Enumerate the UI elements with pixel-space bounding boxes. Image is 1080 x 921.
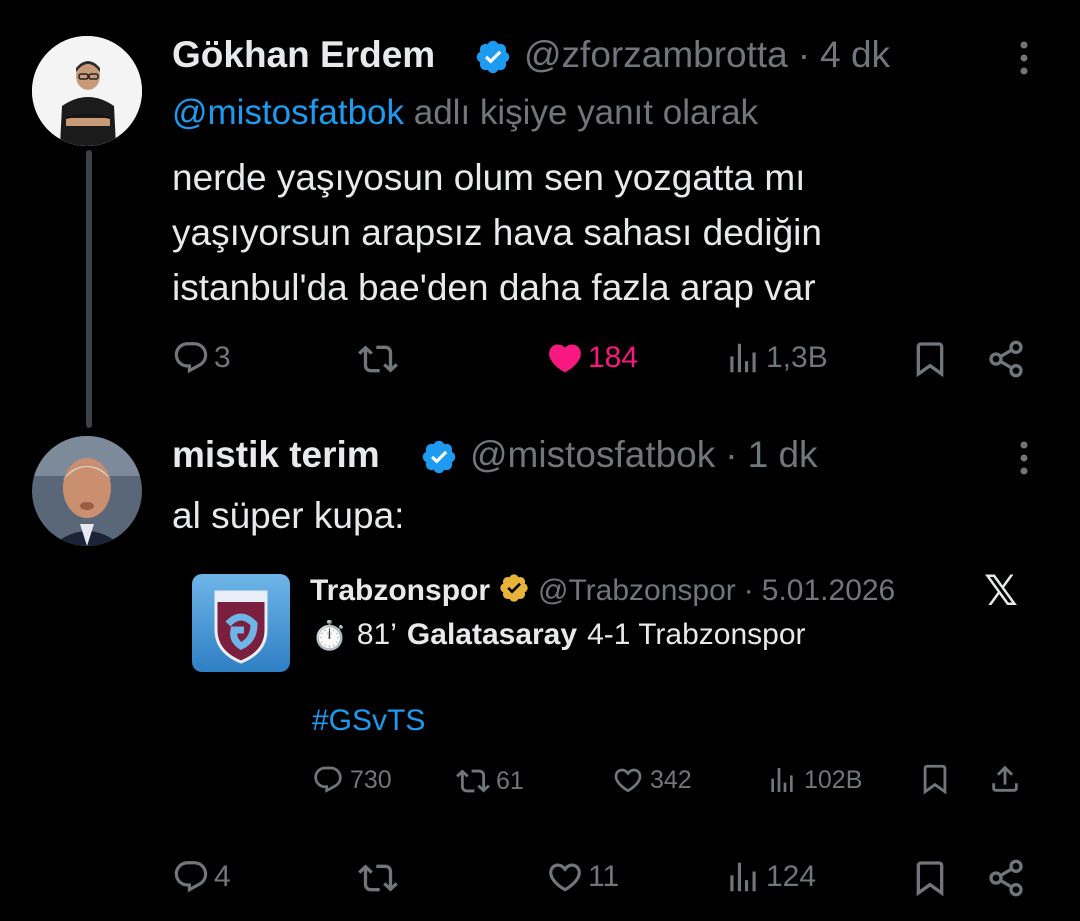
like-icon (614, 768, 642, 793)
tweet2-reply-count: 4 (214, 860, 231, 893)
stopwatch-icon: ⏱️ (312, 619, 347, 651)
tweet2-author-name[interactable]: mistik terim (172, 434, 380, 476)
tweet2-bookmark-button[interactable] (910, 858, 950, 898)
tweet2-retweet-button[interactable] (358, 858, 398, 898)
more-icon[interactable] (1016, 40, 1032, 81)
tweet2-time[interactable]: 1 dk (748, 434, 818, 476)
quoted-upload-button[interactable] (988, 762, 1022, 796)
tweet1-share-button[interactable] (986, 339, 1026, 379)
tweet1-text-line: yaşıyorsun arapsız hava sahası dediğin (172, 212, 822, 253)
quoted-tweet-text: ⏱️ 81’ Galatasaray 4-1 Trabzonspor (312, 618, 806, 652)
tweet1-views-button[interactable]: 1,3B (724, 339, 828, 377)
tweet2-view-count: 124 (766, 860, 817, 893)
thread-connector-line (86, 150, 92, 428)
x-logo-icon: 𝕏 (984, 567, 1018, 614)
verified-badge-icon (420, 438, 458, 481)
tweet2-text: al süper kupa: (172, 495, 405, 536)
reply-icon (314, 766, 342, 793)
tweet2-like-button[interactable]: 11 (546, 858, 619, 896)
tweet2-handle[interactable]: @mistosfatbok (470, 434, 715, 476)
reply-icon (174, 861, 208, 893)
quoted-bookmark-button[interactable] (918, 762, 952, 796)
views-icon (771, 768, 793, 792)
views-icon (730, 862, 756, 892)
tweet1-author-name[interactable]: Gökhan Erdem (172, 34, 435, 76)
tweet1-reply-count: 3 (214, 341, 231, 374)
retweet-icon (358, 345, 398, 373)
retweet-icon (358, 864, 398, 892)
quoted-like-button[interactable]: 342 (612, 764, 692, 796)
tweet1-handle[interactable]: @zforzambrotta (524, 34, 788, 76)
avatar-mistik-terim[interactable] (32, 436, 142, 546)
tweet1-text: nerde yaşıyosun olum sen yozgatta mı yaş… (172, 150, 1032, 315)
reply-context-text: adlı kişiye yanıt olarak (413, 93, 759, 132)
bookmark-icon (916, 342, 944, 378)
tweet2-like-count: 11 (588, 860, 620, 893)
quoted-reply-button[interactable]: 730 (312, 764, 392, 796)
quoted-author-name[interactable]: Trabzonspor (310, 574, 490, 608)
tweet1-text-line: istanbul'da bae'den daha fazla arap var (172, 267, 816, 308)
gold-verified-badge-icon (498, 572, 530, 609)
quoted-separator: · (743, 573, 754, 607)
reply-mention-link[interactable]: @mistosfatbok (172, 93, 404, 132)
avatar-gokhan-erdem[interactable] (32, 36, 142, 146)
quoted-reply-count: 730 (350, 765, 392, 794)
share-icon (989, 859, 1023, 897)
quoted-retweet-button[interactable]: 61 (456, 764, 524, 798)
like-icon (549, 863, 581, 892)
verified-badge-icon (474, 38, 512, 81)
upload-icon (992, 765, 1018, 792)
tweet2-views-button[interactable]: 124 (724, 858, 816, 896)
tweet1-separator: · (797, 34, 811, 75)
tweet1-reply-button[interactable]: 3 (172, 339, 231, 377)
home-team: Galatasaray (406, 618, 578, 651)
bookmark-icon (923, 764, 947, 795)
match-minute: 81’ (356, 618, 397, 651)
retweet-icon (456, 769, 490, 793)
hashtag-link[interactable]: #GSvTS (312, 704, 425, 738)
tweet2-separator: · (725, 434, 738, 475)
tweet1-time[interactable]: 4 dk (820, 34, 890, 76)
quoted-tweet-card[interactable]: Trabzonspor @Trabzonspor · 5.01.2026 𝕏 ⏱… (172, 548, 1052, 838)
reply-icon (174, 342, 208, 374)
tweet1-like-button[interactable]: 184 (546, 339, 638, 377)
like-icon (549, 344, 581, 373)
quoted-handle[interactable]: @Trabzonspor (538, 574, 736, 608)
trabzonspor-avatar[interactable] (192, 574, 290, 672)
tweet2-reply-button[interactable]: 4 (172, 858, 231, 896)
tweet1-retweet-button[interactable] (358, 339, 398, 379)
tweet1-bookmark-button[interactable] (910, 339, 950, 379)
tweet1-text-line: nerde yaşıyosun olum sen yozgatta mı (172, 157, 806, 198)
quoted-views-button[interactable]: 102B (766, 764, 862, 796)
more-icon[interactable] (1016, 440, 1032, 481)
bookmark-icon (916, 861, 944, 897)
share-icon (989, 340, 1023, 378)
tweet1-view-count: 1,3B (766, 341, 828, 374)
quoted-view-count: 102B (804, 765, 863, 794)
quoted-like-count: 342 (650, 765, 692, 794)
views-icon (730, 343, 756, 373)
tweet2-share-button[interactable] (986, 858, 1026, 898)
score-line: 4-1 Trabzonspor (587, 618, 806, 651)
quoted-retweet-count: 61 (496, 766, 524, 795)
reply-context: @mistosfatbok adlı kişiye yanıt olarak (172, 93, 758, 133)
quoted-date[interactable]: 5.01.2026 (762, 574, 895, 608)
tweet1-like-count: 184 (588, 341, 639, 374)
